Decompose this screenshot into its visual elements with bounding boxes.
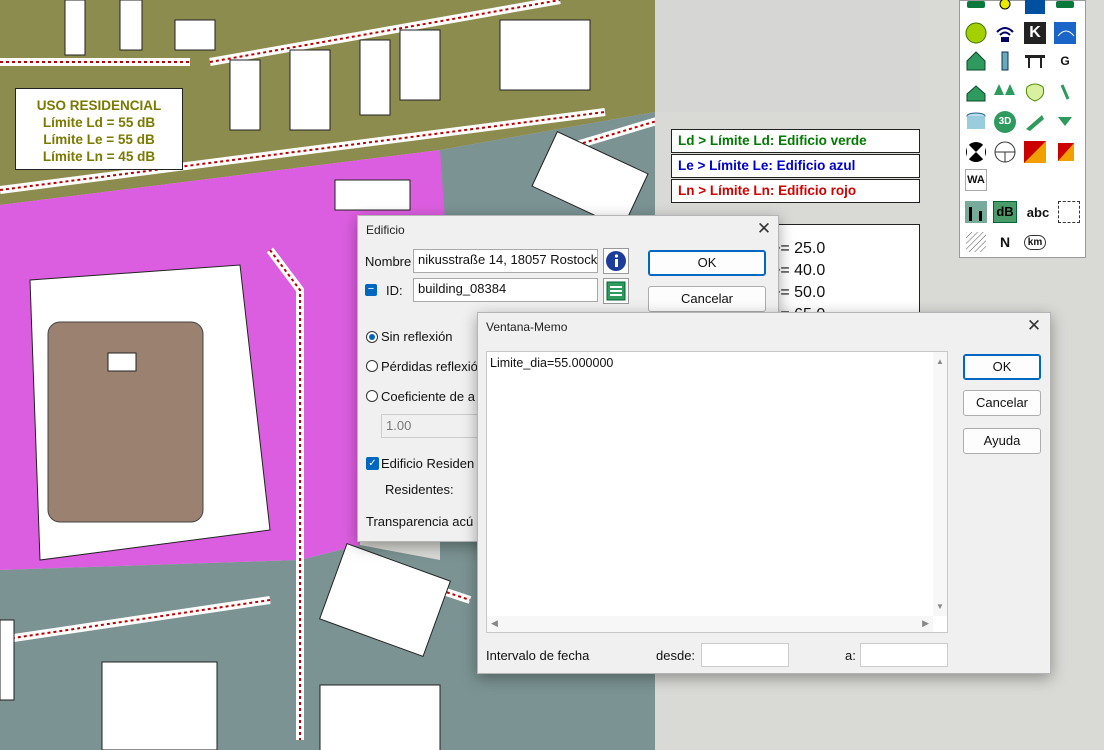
a-label: a: — [845, 648, 856, 663]
km-icon[interactable]: km — [1022, 229, 1048, 255]
trees-icon[interactable] — [992, 79, 1018, 105]
threshold-25: >= 25.0 — [771, 240, 826, 257]
info-button[interactable] — [603, 248, 629, 274]
memo-ok-button[interactable]: OK — [963, 354, 1041, 380]
memo-dialog: Ventana-Memo ✕ Limite_dia=55.000000 ▲ ▼ … — [477, 312, 1051, 674]
db-icon-label: dB — [993, 201, 1017, 223]
coeficiente-field[interactable]: 1.00 — [381, 414, 481, 438]
scroll-right-icon[interactable]: ▶ — [922, 618, 929, 629]
memo-vscrollbar[interactable]: ▲ ▼ — [933, 352, 947, 616]
intervalo-label: Intervalo de fecha — [486, 648, 590, 663]
wa-icon-label: WA — [965, 169, 987, 191]
parking-icon[interactable] — [1022, 0, 1048, 17]
text-icon[interactable]: abc — [1022, 199, 1054, 225]
id-list-button[interactable] — [603, 278, 629, 304]
uso-le: Límite Le = 55 dB — [43, 132, 155, 147]
memo-hscrollbar[interactable]: ◀ ▶ — [487, 616, 933, 632]
k-icon-label: K — [1024, 22, 1046, 44]
info-icon — [606, 251, 626, 271]
signal-icon[interactable] — [992, 20, 1018, 46]
id-field[interactable]: building_08384 — [413, 278, 598, 302]
select-rect-icon[interactable] — [1056, 199, 1082, 225]
color-fill-arrow-icon[interactable] — [1052, 139, 1078, 165]
nombre-field[interactable]: nikusstraße 14, 18057 Rostock — [413, 249, 598, 273]
memo-cancel-button[interactable]: Cancelar — [963, 390, 1041, 416]
tennis-ball-icon[interactable] — [963, 20, 989, 46]
coeficiente-radio[interactable] — [366, 390, 378, 402]
north-icon-label: N — [999, 234, 1011, 250]
a-field[interactable] — [860, 643, 948, 667]
db-icon[interactable]: dB — [992, 199, 1018, 225]
edificio-cancel-button[interactable]: Cancelar — [648, 286, 766, 312]
grid-numbers-icon[interactable] — [992, 139, 1018, 165]
threshold-50: >= 50.0 — [771, 284, 826, 301]
residencial-label: Edificio Residen — [381, 456, 475, 471]
house-icon[interactable] — [963, 48, 989, 74]
hand-icon[interactable] — [1052, 79, 1078, 105]
collapse-icon[interactable]: − — [365, 284, 377, 296]
uso-ld: Límite Ld = 55 dB — [42, 115, 156, 130]
limit-le-legend: Le > Límite Le: Edificio azul — [671, 154, 920, 178]
perdidas-radio[interactable] — [366, 360, 378, 372]
edificio-title: Edificio — [366, 223, 405, 237]
uso-ln: Límite Ln = 45 dB — [42, 149, 156, 164]
house-arrow-icon[interactable] — [963, 79, 989, 105]
barrier-icon[interactable] — [992, 48, 1018, 74]
cylinder-icon[interactable] — [963, 109, 989, 135]
3d-icon[interactable]: 3D — [992, 109, 1018, 135]
measurement-icon[interactable] — [963, 199, 989, 225]
g-icon[interactable]: G — [1052, 48, 1078, 74]
scroll-down-icon[interactable]: ▼ — [936, 602, 944, 611]
tool-palette: K G 3D WA dB abc N km — [959, 0, 1086, 258]
scroll-up-icon[interactable]: ▲ — [936, 357, 944, 366]
bridge-icon[interactable] — [1022, 48, 1048, 74]
desde-field[interactable] — [701, 643, 789, 667]
car-icon[interactable] — [1052, 0, 1078, 17]
limit-ld-legend: Ld > Límite Ld: Edificio verde — [671, 129, 920, 153]
transparencia-label: Transparencia acú — [366, 514, 474, 529]
coeficiente-label: Coeficiente de a — [381, 389, 475, 404]
edificio-close-icon[interactable]: ✕ — [754, 219, 774, 239]
threshold-legend: >= 25.0 >= 40.0 >= 50.0 >= 65.0 — [760, 224, 920, 314]
color-fill-icon[interactable] — [1022, 139, 1048, 165]
scroll-left-icon[interactable]: ◀ — [491, 618, 498, 629]
memo-close-icon[interactable]: ✕ — [1024, 316, 1044, 336]
perdidas-label: Pérdidas reflexión — [381, 359, 486, 374]
triangle-down-icon[interactable] — [1052, 109, 1078, 135]
memo-title: Ventana-Memo — [486, 320, 568, 334]
north-icon[interactable]: N — [992, 229, 1018, 255]
3d-icon-label: 3D — [994, 111, 1016, 133]
pitch — [47, 321, 204, 523]
hatch-icon[interactable] — [963, 229, 989, 255]
k-icon[interactable]: K — [1022, 20, 1048, 46]
uso-title: USO RESIDENCIAL — [36, 98, 162, 113]
sin-reflexion-label: Sin reflexión — [381, 329, 453, 344]
wa-icon[interactable]: WA — [963, 167, 989, 193]
memo-textarea[interactable]: Limite_dia=55.000000 ▲ ▼ ◀ ▶ — [486, 351, 948, 633]
memo-help-button[interactable]: Ayuda — [963, 428, 1041, 454]
residentes-label: Residentes: — [385, 482, 454, 497]
uso-residencial-legend: USO RESIDENCIAL Límite Ld = 55 dB Límite… — [15, 88, 183, 170]
nombre-label: Nombre — [365, 254, 412, 269]
list-icon — [606, 281, 626, 301]
edificio-ok-button[interactable]: OK — [648, 250, 766, 276]
sin-reflexion-radio[interactable] — [366, 331, 378, 343]
g-icon-label: G — [1060, 54, 1070, 68]
car-icon[interactable] — [963, 0, 989, 17]
wind-icon[interactable] — [1052, 20, 1078, 46]
limit-ln-legend: Ln > Límite Ln: Edificio rojo — [671, 179, 920, 203]
threshold-40: >= 40.0 — [771, 262, 826, 279]
slope-icon[interactable] — [1022, 109, 1048, 135]
text-icon-label: abc — [1026, 204, 1050, 220]
area-icon[interactable] — [1022, 79, 1048, 105]
residencial-checkbox[interactable]: ✓ — [366, 457, 379, 470]
memo-content: Limite_dia=55.000000 — [490, 356, 614, 370]
pointer-icon[interactable] — [963, 139, 989, 165]
km-icon-label: km — [1023, 234, 1047, 250]
id-label: ID: — [386, 283, 403, 298]
desde-label: desde: — [656, 648, 696, 663]
traffic-light-icon[interactable] — [992, 0, 1018, 17]
